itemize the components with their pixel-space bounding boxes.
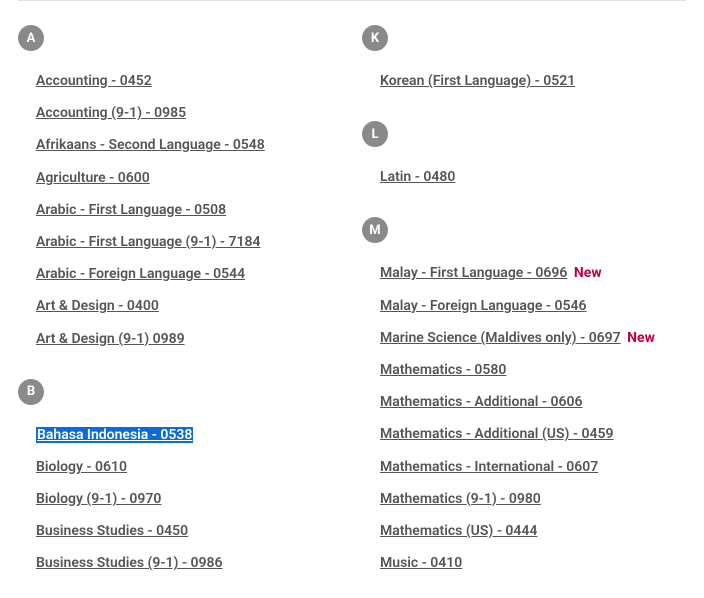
subject-link[interactable]: Malay - Foreign Language - 0546 bbox=[380, 298, 586, 314]
list-item: Korean (First Language) - 0521 bbox=[380, 65, 686, 97]
subject-list: Accounting - 0452 Accounting (9-1) - 0985… bbox=[18, 65, 342, 355]
subject-list: Bahasa Indonesia - 0538 Biology - 0610 Bio… bbox=[18, 419, 342, 580]
letter-badge: K bbox=[362, 25, 388, 51]
list-item: Mathematics - 0580 bbox=[380, 354, 686, 386]
list-item: Accounting (9-1) - 0985 bbox=[36, 97, 342, 129]
new-badge: New bbox=[574, 265, 602, 281]
list-item: Art & Design (9-1) 0989 bbox=[36, 323, 342, 355]
subject-link[interactable]: Korean (First Language) - 0521 bbox=[380, 73, 575, 89]
subject-link[interactable]: Agriculture - 0600 bbox=[36, 170, 150, 186]
list-item: Arabic - First Language (9-1) - 7184 bbox=[36, 226, 342, 258]
subject-link[interactable]: Marine Science (Maldives only) - 0697 bbox=[380, 330, 621, 346]
subject-link[interactable]: Latin - 0480 bbox=[380, 169, 455, 185]
list-item: Arabic - Foreign Language - 0544 bbox=[36, 258, 342, 290]
list-item: Latin - 0480 bbox=[380, 161, 686, 193]
subject-link[interactable]: Mathematics - 0580 bbox=[380, 362, 506, 378]
subject-link[interactable]: Biology (9-1) - 0970 bbox=[36, 491, 161, 507]
subject-link[interactable]: Accounting - 0452 bbox=[36, 73, 152, 89]
subject-link[interactable]: Mathematics - Additional (US) - 0459 bbox=[380, 426, 614, 442]
letter-badge: M bbox=[362, 217, 388, 243]
list-item: Biology - 0610 bbox=[36, 451, 342, 483]
letter-badge: L bbox=[362, 121, 388, 147]
subject-list: Korean (First Language) - 0521 bbox=[362, 65, 686, 97]
letter-badge: B bbox=[18, 379, 44, 405]
list-item: Malay - Foreign Language - 0546 bbox=[380, 290, 686, 322]
list-item: Malay - First Language - 0696 New bbox=[380, 257, 686, 289]
subject-link[interactable]: Business Studies (9-1) - 0986 bbox=[36, 555, 223, 571]
subject-link[interactable]: Mathematics (US) - 0444 bbox=[380, 523, 537, 539]
list-item: Art & Design - 0400 bbox=[36, 290, 342, 322]
list-item: Music - 0410 bbox=[380, 547, 686, 579]
letter-badge: A bbox=[18, 25, 44, 51]
subject-list: Latin - 0480 bbox=[362, 161, 686, 193]
list-item: Business Studies - 0450 bbox=[36, 515, 342, 547]
subject-link[interactable]: Malay - First Language - 0696 bbox=[380, 265, 567, 281]
top-divider bbox=[18, 0, 686, 1]
subject-link[interactable]: Accounting (9-1) - 0985 bbox=[36, 105, 186, 121]
subject-link[interactable]: Mathematics (9-1) - 0980 bbox=[380, 491, 541, 507]
left-column: A Accounting - 0452 Accounting (9-1) - 098… bbox=[18, 19, 342, 598]
list-item: Marine Science (Maldives only) - 0697 Ne… bbox=[380, 322, 686, 354]
list-item: Bahasa Indonesia - 0538 bbox=[36, 419, 342, 451]
list-item: Mathematics (US) - 0444 bbox=[380, 515, 686, 547]
subject-link[interactable]: Business Studies - 0450 bbox=[36, 523, 188, 539]
list-item: Business Studies (9-1) - 0986 bbox=[36, 547, 342, 579]
subject-link[interactable]: Music - 0410 bbox=[380, 555, 462, 571]
subject-link[interactable]: Arabic - Foreign Language - 0544 bbox=[36, 266, 245, 282]
list-item: Mathematics - Additional (US) - 0459 bbox=[380, 418, 686, 450]
new-badge: New bbox=[627, 330, 655, 346]
list-item: Afrikaans - Second Language - 0548 bbox=[36, 129, 342, 161]
subject-link[interactable]: Arabic - First Language (9-1) - 7184 bbox=[36, 234, 261, 250]
subject-link[interactable]: Biology - 0610 bbox=[36, 459, 127, 475]
list-item: Mathematics (9-1) - 0980 bbox=[380, 483, 686, 515]
subject-link[interactable]: Mathematics - International - 0607 bbox=[380, 459, 598, 475]
right-column: K Korean (First Language) - 0521 L Latin - … bbox=[362, 19, 686, 598]
subject-list: Malay - First Language - 0696 NewMalay -… bbox=[362, 257, 686, 579]
list-item: Accounting - 0452 bbox=[36, 65, 342, 97]
subject-link[interactable]: Art & Design (9-1) 0989 bbox=[36, 331, 185, 347]
subject-link[interactable]: Art & Design - 0400 bbox=[36, 298, 159, 314]
list-item: Biology (9-1) - 0970 bbox=[36, 483, 342, 515]
list-item: Arabic - First Language - 0508 bbox=[36, 194, 342, 226]
subject-link[interactable]: Afrikaans - Second Language - 0548 bbox=[36, 137, 265, 153]
subject-link[interactable]: Arabic - First Language - 0508 bbox=[36, 202, 226, 218]
columns-container: A Accounting - 0452 Accounting (9-1) - 098… bbox=[18, 19, 686, 598]
list-item: Mathematics - Additional - 0606 bbox=[380, 386, 686, 418]
list-item: Agriculture - 0600 bbox=[36, 162, 342, 194]
subject-link[interactable]: Bahasa Indonesia - 0538 bbox=[36, 427, 193, 443]
subject-link[interactable]: Mathematics - Additional - 0606 bbox=[380, 394, 583, 410]
list-item: Mathematics - International - 0607 bbox=[380, 451, 686, 483]
